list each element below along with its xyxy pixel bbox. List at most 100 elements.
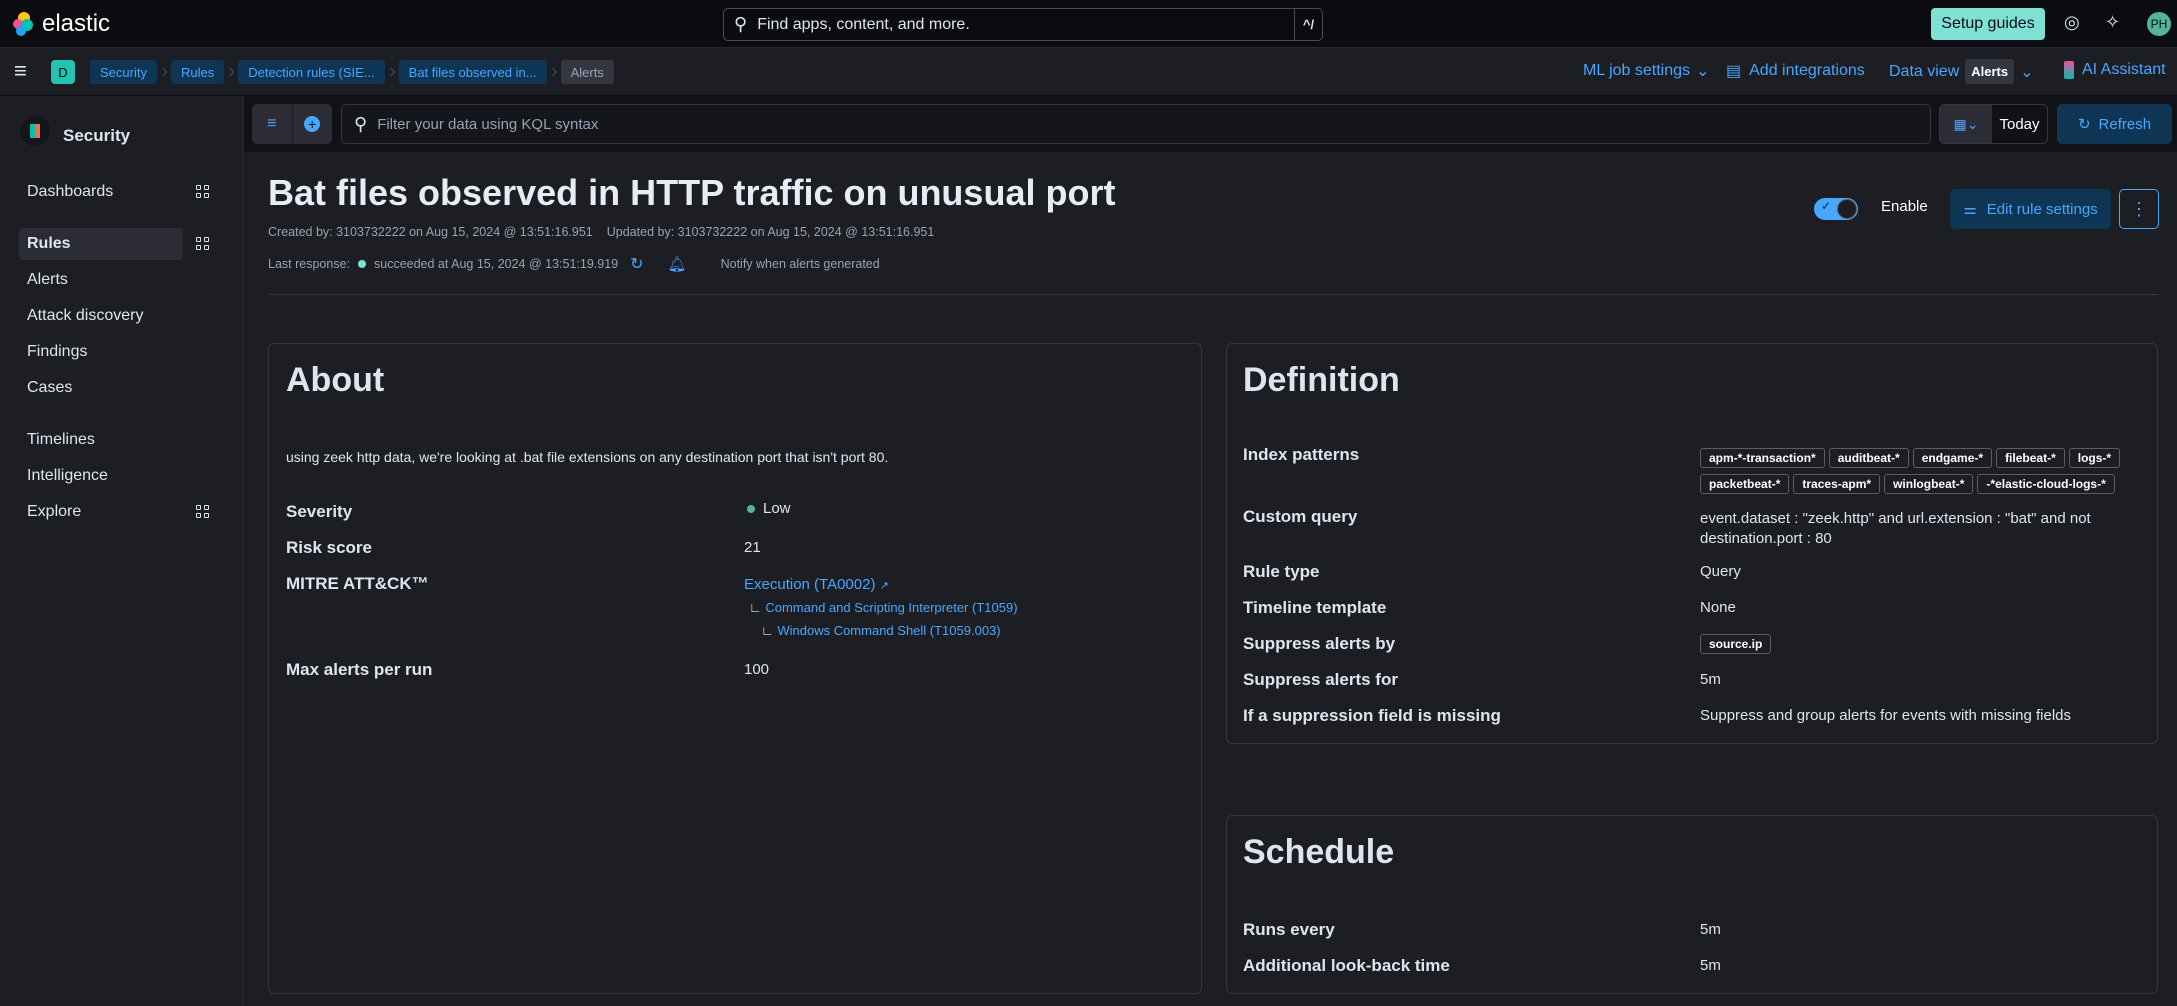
index-pattern-badge: packetbeat-*	[1700, 474, 1790, 494]
refresh-icon: ↻	[2077, 116, 2091, 133]
chevron-right-icon	[158, 67, 168, 77]
sidebar-item-timelines[interactable]: Timelines	[27, 431, 95, 449]
date-value[interactable]: Today	[1992, 105, 2047, 143]
integrations-icon: ▤	[1726, 63, 1742, 80]
search-icon: ⚲	[354, 113, 368, 134]
mitre-tactic-link[interactable]: Execution (TA0002) ↗	[744, 576, 889, 593]
breadcrumb-security[interactable]: Security	[90, 60, 157, 84]
elastic-logo[interactable]: elastic	[10, 10, 110, 38]
ai-assistant-label: AI Assistant	[2082, 61, 2166, 78]
tactic-text: Execution (TA0002)	[744, 576, 876, 593]
breadcrumb-rule[interactable]: Bat files observed in...	[398, 60, 547, 84]
technique-text: Command and Scripting Interpreter (T1059…	[765, 600, 1018, 615]
severity-dot-icon	[747, 504, 755, 513]
subtechnique-text: Windows Command Shell (T1059.003)	[777, 623, 1001, 638]
custom-query-value: event.dataset : "zeek.http" and url.exte…	[1700, 510, 2091, 547]
enable-label: Enable	[1881, 198, 1928, 215]
vertical-dots-icon: ⋮	[2130, 198, 2148, 219]
chevron-right-icon	[548, 67, 557, 77]
breadcrumb-detection-rules[interactable]: Detection rules (SIE...	[238, 60, 385, 84]
data-view-value: Alerts	[1965, 59, 2015, 84]
rule-meta: Created by: 3103732222 on Aug 15, 2024 @…	[268, 225, 934, 239]
more-actions-button[interactable]: ⋮	[2119, 189, 2159, 229]
sidebar: Security Dashboards Rules Alerts Attack …	[0, 96, 243, 1006]
help-icon[interactable]: ◎	[2064, 12, 2080, 33]
apps-grid-icon[interactable]	[196, 185, 209, 198]
schedule-heading: Schedule	[1243, 833, 1395, 871]
search-icon: ⚲	[734, 14, 748, 34]
search-shortcut: ^/	[1294, 9, 1322, 40]
bell-icon[interactable]: 🔔︎	[668, 255, 687, 273]
date-picker[interactable]: ▦⌄ Today	[1939, 104, 2048, 144]
setup-guides-button[interactable]: Setup guides	[1931, 8, 2045, 40]
about-heading: About	[286, 361, 385, 399]
space-badge[interactable]: D	[51, 60, 75, 84]
enable-toggle[interactable]: ✓	[1814, 198, 1858, 220]
edit-rule-settings-button[interactable]: ⚌ Edit rule settings	[1950, 189, 2111, 229]
sidebar-item-explore[interactable]: Explore	[27, 503, 81, 521]
breadcrumb-rules[interactable]: Rules	[170, 60, 225, 84]
sidebar-item-dashboards[interactable]: Dashboards	[27, 183, 113, 201]
index-pattern-badge: endgame-*	[1912, 448, 1993, 468]
index-pattern-badge: -*elastic-cloud-logs-*	[1977, 474, 2115, 494]
definition-panel: Definition Index patterns apm-*-transact…	[1226, 343, 2158, 744]
rule-type-value: Query	[1700, 563, 1741, 580]
top-header: elastic ⚲ Find apps, content, and more. …	[0, 0, 2177, 48]
edit-rule-settings-label: Edit rule settings	[1986, 200, 2098, 218]
suppress-field-badge: source.ip	[1700, 634, 1772, 654]
add-filter-button[interactable]: +	[293, 104, 333, 144]
created-by: Created by: 3103732222 on Aug 15, 2024 @…	[268, 225, 593, 239]
settings-sliders-icon: ⚌	[1963, 201, 1977, 218]
global-search-input[interactable]: Find apps, content, and more.	[747, 16, 1294, 34]
apps-grid-icon[interactable]	[196, 237, 209, 250]
last-response-label: Last response:	[268, 257, 350, 271]
sidebar-item-findings[interactable]: Findings	[27, 343, 87, 361]
menu-icon[interactable]: ≡	[14, 58, 27, 84]
brand-name: elastic	[42, 10, 111, 37]
ml-job-settings-label: ML job settings	[1583, 62, 1691, 79]
ml-job-settings-button[interactable]: ML job settings ⌄	[1583, 61, 1709, 81]
kql-search-input[interactable]: ⚲ Filter your data using KQL syntax	[341, 104, 1931, 144]
calendar-icon[interactable]: ▦⌄	[1940, 105, 1992, 143]
index-pattern-badge: traces-apm*	[1793, 474, 1881, 494]
lookback-label: Additional look-back time	[1243, 956, 1450, 975]
mitre-subtechnique-link[interactable]: ∟ Windows Command Shell (T1059.003)	[761, 623, 1001, 638]
rule-type-label: Rule type	[1243, 562, 1320, 581]
data-view-label: Data view	[1889, 62, 1960, 80]
page-title: Bat files observed in HTTP traffic on un…	[268, 172, 1116, 213]
kql-placeholder: Filter your data using KQL syntax	[377, 115, 599, 133]
elastic-logo-icon	[13, 12, 33, 36]
check-icon: ✓	[1821, 199, 1832, 213]
refresh-label: Refresh	[2098, 115, 2152, 133]
about-panel: About using zeek http data, we're lookin…	[268, 343, 1202, 994]
status-dot-icon	[358, 260, 366, 268]
mitre-technique-link[interactable]: ∟ Command and Scripting Interpreter (T10…	[749, 600, 1018, 615]
refresh-button[interactable]: ↻ Refresh	[2057, 104, 2172, 144]
news-feed-icon[interactable]: ✧	[2105, 12, 2120, 33]
divider	[268, 294, 2158, 295]
definition-heading: Definition	[1243, 361, 1400, 399]
sidebar-item-attack-discovery[interactable]: Attack discovery	[27, 307, 143, 325]
sidebar-title: Security	[63, 126, 131, 145]
index-pattern-badge: apm-*-transaction*	[1700, 448, 1825, 468]
rule-description: using zeek http data, we're looking at .…	[286, 449, 889, 465]
sidebar-item-intelligence[interactable]: Intelligence	[27, 467, 108, 485]
index-patterns-label: Index patterns	[1243, 445, 1360, 464]
severity-label: Severity	[286, 502, 353, 521]
apps-grid-icon[interactable]	[196, 505, 209, 518]
mitre-label: MITRE ATT&CK™	[286, 574, 429, 593]
ai-assistant-button[interactable]: AI Assistant	[2064, 61, 2166, 79]
external-link-icon: ↗	[879, 580, 889, 592]
sidebar-item-cases[interactable]: Cases	[27, 379, 72, 397]
sidebar-item-alerts[interactable]: Alerts	[27, 271, 68, 289]
app-bar: ≡ D Security Rules Detection rules (SIE.…	[0, 48, 2177, 96]
filter-options-icon[interactable]: ≡	[252, 104, 293, 144]
add-integrations-button[interactable]: ▤ Add integrations	[1726, 61, 1865, 81]
data-view-picker[interactable]: Data view Alerts ⌄	[1889, 59, 2034, 84]
sidebar-item-rules-label: Rules	[27, 235, 71, 252]
chevron-down-icon: ⌄	[1696, 63, 1710, 80]
refresh-icon[interactable]: ↻	[630, 254, 643, 274]
global-search[interactable]: ⚲ Find apps, content, and more. ^/	[723, 8, 1323, 41]
user-avatar[interactable]: PH	[2147, 12, 2171, 36]
index-pattern-badge: auditbeat-*	[1828, 448, 1909, 468]
